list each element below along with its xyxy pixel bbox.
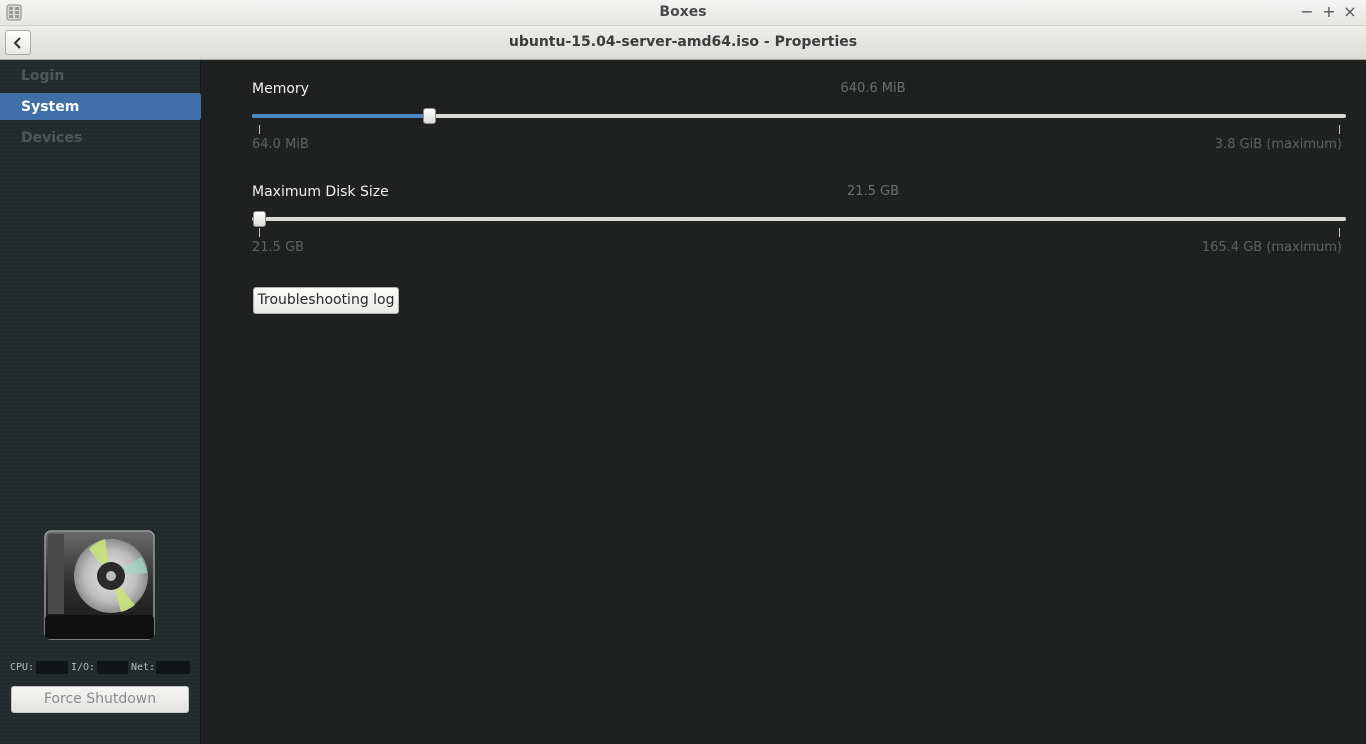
- memory-min-tick: [259, 125, 260, 134]
- disk-min-label: 21.5 GB: [252, 240, 305, 255]
- disk-size-value: 21.5 GB: [846, 184, 900, 199]
- io-label: I/O:: [71, 662, 96, 673]
- page-title: ubuntu-15.04-server-amd64.iso - Properti…: [508, 34, 858, 50]
- net-graph: [156, 661, 190, 674]
- disk-slider-handle[interactable]: [253, 211, 266, 227]
- vm-disc-icon: [44, 530, 155, 640]
- memory-label: Memory: [252, 81, 309, 97]
- window-title: Boxes: [659, 4, 707, 20]
- memory-slider-fill: [252, 114, 429, 118]
- close-icon[interactable]: ×: [1342, 2, 1358, 22]
- disk-min-tick: [259, 228, 260, 237]
- cpu-graph: [36, 661, 68, 674]
- memory-max-tick: [1339, 125, 1340, 134]
- disk-max-tick: [1339, 228, 1340, 237]
- memory-max-label: 3.8 GiB (maximum): [1214, 137, 1342, 152]
- io-graph: [97, 661, 128, 674]
- memory-min-label: 64.0 MiB: [252, 137, 309, 152]
- disk-size-label: Maximum Disk Size: [252, 184, 389, 200]
- force-shutdown-button[interactable]: Force Shutdown: [11, 686, 189, 713]
- minimize-icon[interactable]: −: [1299, 2, 1315, 22]
- sidebar: Login System Devices CPU: I/O: Net: Forc…: [0, 60, 207, 744]
- disk-max-label: 165.4 GB (maximum): [1201, 240, 1342, 255]
- cpu-label: CPU:: [10, 662, 35, 673]
- header-bar: ubuntu-15.04-server-amd64.iso - Properti…: [0, 26, 1366, 60]
- sidebar-item-system[interactable]: System: [0, 94, 200, 120]
- sidebar-item-devices[interactable]: Devices: [0, 125, 200, 151]
- disk-slider-track[interactable]: [252, 217, 1346, 221]
- window-titlebar: Boxes − + ×: [0, 0, 1366, 26]
- troubleshooting-log-button[interactable]: Troubleshooting log: [253, 287, 399, 314]
- net-label: Net:: [131, 662, 156, 673]
- memory-value: 640.6 MiB: [840, 81, 906, 96]
- maximize-icon[interactable]: +: [1321, 2, 1337, 22]
- memory-slider-handle[interactable]: [422, 108, 436, 124]
- sidebar-item-login[interactable]: Login: [0, 63, 200, 89]
- properties-panel: Memory 640.6 MiB 64.0 MiB 3.8 GiB (maxim…: [201, 60, 1366, 744]
